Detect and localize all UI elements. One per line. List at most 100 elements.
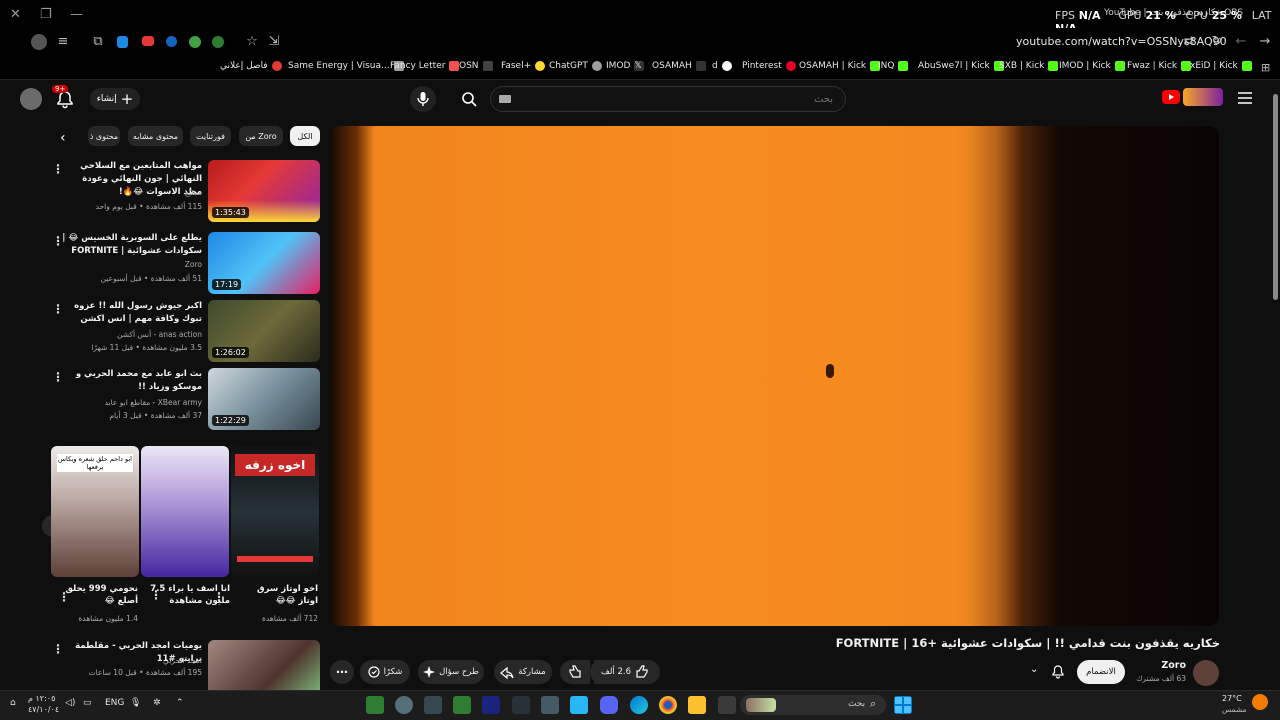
watch-channel-name[interactable]: Zoro bbox=[1130, 660, 1186, 671]
all-bookmarks-icon[interactable]: ⊞ bbox=[1261, 61, 1270, 74]
telegram-icon[interactable] bbox=[570, 696, 588, 714]
task-view-icon[interactable] bbox=[718, 696, 736, 714]
ask-button[interactable]: طرح سؤال bbox=[418, 660, 484, 684]
nvidia-icon[interactable] bbox=[453, 696, 471, 714]
related-video-item[interactable]: 1:26:02 اكبر جيوش رسول الله !! عزوه تبوك… bbox=[50, 300, 320, 366]
chrome-icon[interactable] bbox=[659, 696, 677, 714]
network-icon[interactable]: ▭ bbox=[83, 698, 92, 708]
edge-icon[interactable] bbox=[630, 696, 648, 714]
forward-icon[interactable]: ← bbox=[1233, 34, 1249, 50]
related-video-item[interactable]: يوميات امجد الحربي - مقلطمة برايتو #11 ا… bbox=[50, 640, 320, 690]
clock-date[interactable]: ٤٧/١٠/٠٤ bbox=[28, 705, 59, 714]
short-title[interactable]: نحومي 999 يحلق أصلع 😂 bbox=[58, 583, 138, 607]
language-indicator[interactable]: ENG bbox=[105, 698, 124, 708]
video-thumbnail[interactable] bbox=[208, 640, 320, 690]
minimize-window-icon[interactable]: — bbox=[70, 7, 83, 22]
restore-window-icon[interactable]: ❐ bbox=[40, 7, 52, 22]
share-page-icon[interactable]: ⇲ bbox=[266, 34, 282, 50]
search-button[interactable] bbox=[454, 86, 484, 112]
notifications-button[interactable]: 9+ bbox=[52, 85, 76, 110]
bookmark-item[interactable]: OSAMAH | Kick bbox=[799, 61, 881, 71]
bookmark-item[interactable]: OSAMAH bbox=[652, 61, 706, 71]
profile-avatar[interactable] bbox=[31, 34, 47, 50]
video-thumbnail[interactable]: 1:22:29 bbox=[208, 368, 320, 430]
short-thumbnail[interactable]: ابو داحم حلق شعره ويكاس يرفعها bbox=[51, 446, 139, 577]
chevron-down-icon[interactable]: ⌄ bbox=[1030, 664, 1038, 675]
bookmark-item[interactable]: AbuSwe7l | Kick bbox=[918, 61, 1004, 71]
steam-icon[interactable] bbox=[482, 696, 500, 714]
more-actions-button[interactable]: ⋯ bbox=[330, 660, 354, 684]
related-video-item[interactable]: 17:19 يطلع على السوبرية الخسيس 😂 | سكواد… bbox=[50, 232, 320, 298]
dislike-button[interactable] bbox=[560, 660, 590, 684]
weather-icon[interactable] bbox=[1252, 694, 1268, 710]
reading-list-icon[interactable]: ≡ bbox=[55, 34, 71, 50]
youtube-doodle-logo[interactable] bbox=[1183, 88, 1223, 106]
hamburger-menu-icon[interactable] bbox=[1238, 92, 1252, 104]
whatsapp-extension-icon[interactable] bbox=[212, 36, 224, 48]
more-options-icon[interactable]: ⋮ bbox=[52, 162, 64, 176]
bookmark-item[interactable]: OSN bbox=[459, 61, 493, 71]
video-title[interactable]: اكبر جيوش رسول الله !! عزوه تبوك وكافة م… bbox=[62, 300, 202, 326]
bookmark-item[interactable]: Same Energy | Visua... bbox=[288, 61, 404, 71]
voice-search-button[interactable] bbox=[410, 86, 436, 112]
more-options-icon[interactable]: ⋮ bbox=[52, 234, 64, 248]
short-title[interactable]: اخو اوتاز سرق اوتاز 😂😂 bbox=[238, 583, 318, 607]
youtube-logo-icon[interactable] bbox=[1162, 90, 1180, 104]
app-icon[interactable] bbox=[366, 696, 384, 714]
chip-related-2[interactable]: محتوى ذ bbox=[88, 126, 120, 146]
bookmark-item[interactable]: xEiD | Kick bbox=[1190, 61, 1252, 71]
search-input[interactable] bbox=[503, 90, 833, 108]
clock-time[interactable]: ١٢:٠٥ م bbox=[28, 694, 55, 703]
video-thumbnail[interactable]: 17:19 bbox=[208, 232, 320, 294]
channel-name[interactable]: XBear army - مقاطع ابو عابد bbox=[62, 398, 202, 407]
short-thumbnail[interactable] bbox=[141, 446, 229, 577]
green-extension-icon[interactable] bbox=[189, 36, 201, 48]
chip-all[interactable]: الكل bbox=[290, 126, 320, 146]
wave-extension-icon[interactable] bbox=[166, 36, 177, 47]
close-window-icon[interactable]: ✕ bbox=[10, 7, 21, 22]
discord-icon[interactable] bbox=[600, 696, 618, 714]
file-explorer-icon[interactable] bbox=[688, 696, 706, 714]
bookmark-item[interactable]: IMOD 𝕏 bbox=[606, 61, 645, 71]
reload-icon[interactable]: ↻ bbox=[1209, 34, 1225, 50]
related-video-item[interactable]: 1:35:43 مواهب المتابعين مع السلاحي النها… bbox=[50, 160, 320, 226]
chip-similar-content[interactable]: محتوى مشابه bbox=[128, 126, 183, 146]
share-button[interactable]: مشاركة bbox=[494, 660, 552, 684]
site-settings-icon[interactable]: ⇄ bbox=[1181, 34, 1197, 50]
microphone-tray-icon[interactable]: 🎙︎ bbox=[130, 698, 141, 708]
bookmark-item[interactable]: Fwaz | Kick bbox=[1127, 61, 1192, 71]
bookmark-item[interactable]: Fasel+ bbox=[501, 61, 546, 71]
notification-bell-icon[interactable]: ⌂ bbox=[10, 698, 16, 708]
youtube-extension-icon[interactable] bbox=[142, 36, 154, 46]
like-button[interactable]: 2.6 ألف bbox=[594, 660, 656, 684]
bookmark-item[interactable]: فاصل إعلاني bbox=[220, 61, 282, 71]
xbox-icon[interactable] bbox=[512, 696, 530, 714]
related-video-item[interactable]: 1:22:29 بث ابو عابد مع محمد الحربي و موس… bbox=[50, 368, 320, 434]
short-thumbnail[interactable]: اخوه زرفه bbox=[231, 446, 319, 577]
chip-fortnite[interactable]: فورتنايت bbox=[190, 126, 231, 146]
start-menu-icon[interactable] bbox=[894, 696, 912, 714]
bookmark-item[interactable]: IMOD | Kick bbox=[1059, 61, 1125, 71]
epic-games-icon[interactable] bbox=[424, 696, 442, 714]
extensions-icon[interactable]: ⧉ bbox=[90, 34, 106, 50]
chips-scroll-left-icon[interactable]: ‹ bbox=[60, 130, 66, 146]
channel-name[interactable]: امجد الحربي bbox=[62, 656, 202, 665]
channel-avatar[interactable] bbox=[1193, 660, 1219, 686]
bookmark-item[interactable]: Pinterest bbox=[742, 61, 796, 71]
volume-icon[interactable]: ◁) bbox=[65, 698, 75, 708]
create-button[interactable]: إنشاء + bbox=[90, 88, 140, 110]
channel-name[interactable]: anas action - أنس أكشن bbox=[62, 330, 202, 339]
bookmark-item[interactable]: SXB | Kick bbox=[999, 61, 1059, 71]
gear-tray-icon[interactable]: ✲ bbox=[153, 698, 161, 708]
scrollbar-thumb[interactable] bbox=[1273, 94, 1278, 300]
more-options-icon[interactable]: ⋮ bbox=[52, 642, 64, 656]
shield-extension-icon[interactable] bbox=[117, 36, 128, 48]
back-icon[interactable]: → bbox=[1257, 34, 1273, 50]
bell-subscription-icon[interactable] bbox=[1050, 664, 1066, 680]
video-player[interactable] bbox=[330, 126, 1219, 626]
channel-name[interactable]: مشيّع bbox=[62, 188, 202, 197]
bookmark-star-icon[interactable]: ☆ bbox=[244, 34, 260, 50]
mail-icon[interactable] bbox=[541, 696, 559, 714]
video-thumbnail[interactable]: 1:35:43 bbox=[208, 160, 320, 222]
video-title[interactable]: بث ابو عابد مع محمد الحربي و موسكو وزياد… bbox=[62, 368, 202, 394]
